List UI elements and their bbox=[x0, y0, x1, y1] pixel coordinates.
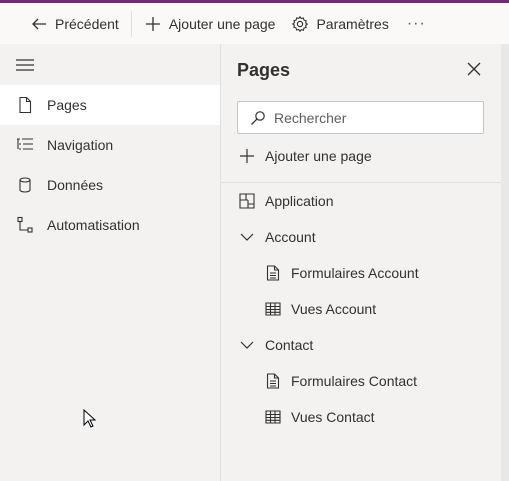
add-page-label: Ajouter une page bbox=[265, 148, 372, 164]
nav-item-pages[interactable]: Pages bbox=[0, 85, 220, 125]
flow-icon bbox=[16, 216, 34, 234]
toolbar-divider bbox=[130, 10, 132, 37]
tree-item-contact-views[interactable]: Vues Contact bbox=[265, 406, 375, 428]
nav-item-navigation[interactable]: Navigation bbox=[0, 125, 220, 165]
close-icon[interactable] bbox=[466, 61, 482, 77]
tree-item-account-forms[interactable]: Formulaires Account bbox=[265, 262, 419, 284]
plus-icon bbox=[240, 149, 254, 163]
settings-label: Paramètres bbox=[316, 15, 389, 32]
tree-group-account[interactable]: Account bbox=[239, 226, 316, 248]
panel-divider bbox=[221, 182, 501, 183]
page-icon bbox=[16, 96, 34, 114]
search-icon bbox=[251, 110, 265, 125]
tree-item-account-views[interactable]: Vues Account bbox=[265, 298, 376, 320]
tree-item-label: Formulaires Contact bbox=[291, 373, 418, 389]
nav-item-label: Données bbox=[47, 177, 104, 193]
nav-item-label: Navigation bbox=[47, 137, 114, 153]
search-input[interactable] bbox=[274, 109, 474, 126]
nav-item-data[interactable]: Données bbox=[0, 165, 220, 205]
panel-scrollbar[interactable] bbox=[501, 44, 509, 481]
app-layout-icon bbox=[239, 193, 255, 209]
more-options-button[interactable]: ··· bbox=[397, 3, 436, 44]
navigation-list-icon bbox=[16, 136, 34, 154]
chevron-down-icon bbox=[240, 341, 254, 349]
command-bar: Précédent Ajouter une page Paramètres ··… bbox=[0, 3, 509, 44]
tree-item-contact-forms[interactable]: Formulaires Contact bbox=[265, 370, 417, 392]
nav-item-label: Automatisation bbox=[47, 217, 140, 233]
tree-item-label: Vues Contact bbox=[291, 409, 375, 425]
form-icon bbox=[266, 373, 280, 389]
tree-item-label: Application bbox=[265, 193, 334, 209]
tree-item-label: Account bbox=[265, 229, 316, 245]
settings-button[interactable]: Paramètres bbox=[283, 3, 396, 44]
tree-group-contact[interactable]: Contact bbox=[239, 334, 313, 356]
back-label: Précédent bbox=[55, 15, 119, 32]
table-icon bbox=[265, 302, 281, 316]
back-button[interactable]: Précédent bbox=[22, 3, 127, 44]
arrow-left-icon bbox=[32, 18, 46, 29]
table-icon bbox=[265, 410, 281, 424]
tree-item-application[interactable]: Application bbox=[239, 190, 334, 212]
plus-icon bbox=[145, 16, 160, 31]
hamburger-menu-icon[interactable] bbox=[15, 58, 35, 74]
tree-item-label: Contact bbox=[265, 337, 314, 353]
nav-item-automation[interactable]: Automatisation bbox=[0, 205, 220, 245]
search-box[interactable] bbox=[237, 101, 484, 134]
database-icon bbox=[16, 176, 34, 194]
left-navigation: Pages Navigation Données Automatisation bbox=[0, 44, 221, 481]
mouse-cursor-icon bbox=[83, 409, 97, 428]
pages-panel: Pages Ajouter une page Application Accou… bbox=[221, 44, 501, 481]
gear-icon bbox=[292, 15, 309, 32]
add-page-toolbar-label: Ajouter une page bbox=[168, 15, 276, 32]
nav-item-label: Pages bbox=[47, 97, 87, 113]
form-icon bbox=[266, 265, 280, 281]
panel-title: Pages bbox=[237, 60, 291, 80]
add-page-toolbar-button[interactable]: Ajouter une page bbox=[136, 3, 284, 44]
tree-item-label: Vues Account bbox=[291, 301, 377, 317]
add-page-button[interactable]: Ajouter une page bbox=[239, 148, 372, 164]
tree-item-label: Formulaires Account bbox=[291, 265, 419, 281]
chevron-down-icon bbox=[240, 233, 254, 241]
